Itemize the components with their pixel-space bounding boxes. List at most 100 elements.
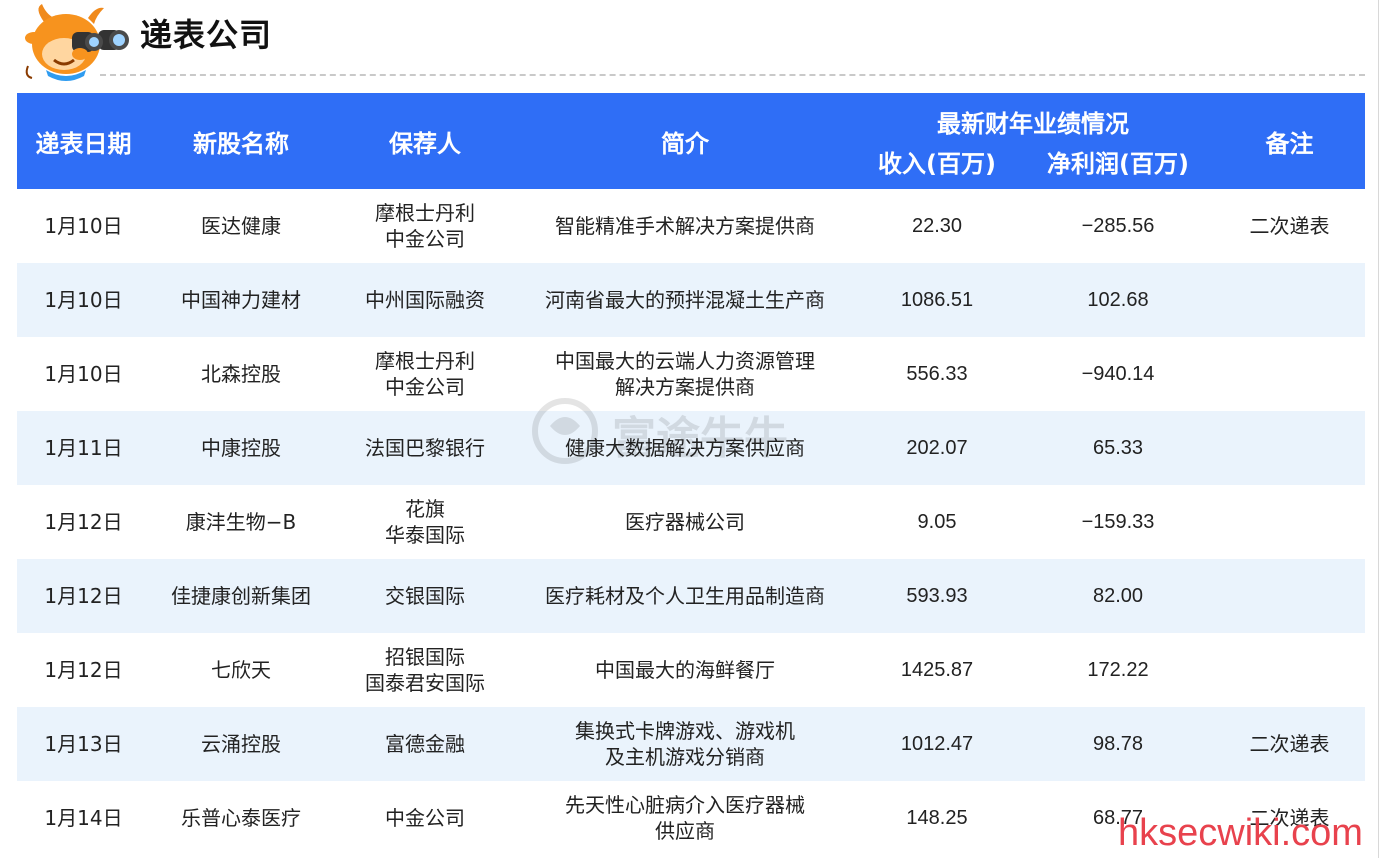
- cell-date: 1月12日: [17, 485, 150, 559]
- cell-revenue: 9.05: [852, 485, 1022, 559]
- cell-sponsor: 摩根士丹利 中金公司: [332, 189, 518, 263]
- cell-revenue: 556.33: [852, 337, 1022, 411]
- cell-name: 中康控股: [150, 411, 332, 485]
- cell-intro: 中国最大的云端人力资源管理 解决方案提供商: [518, 337, 852, 411]
- col-header-date: 递表日期: [17, 93, 150, 189]
- cell-sponsor-line: 中州国际融资: [365, 288, 485, 312]
- cell-sponsor-line: 华泰国际: [385, 523, 465, 547]
- cell-note: [1214, 559, 1365, 633]
- site-watermark: hksecwiki.com: [1118, 812, 1363, 854]
- cell-intro-line: 中国最大的海鲜餐厅: [595, 658, 775, 682]
- cell-intro: 中国最大的海鲜餐厅: [518, 633, 852, 707]
- cell-profit: 98.78: [1022, 707, 1214, 781]
- cell-note: [1214, 411, 1365, 485]
- cell-sponsor: 花旗 华泰国际: [332, 485, 518, 559]
- cell-sponsor: 富德金融: [332, 707, 518, 781]
- cell-revenue: 1012.47: [852, 707, 1022, 781]
- cell-note: [1214, 633, 1365, 707]
- cell-intro-line: 先天性心脏病介入医疗器械: [565, 793, 805, 817]
- col-header-sponsor: 保荐人: [332, 93, 518, 189]
- cell-sponsor-line: 招银国际: [385, 645, 465, 669]
- cell-revenue: 22.30: [852, 189, 1022, 263]
- cell-sponsor-line: 国泰君安国际: [365, 671, 485, 695]
- cell-intro: 先天性心脏病介入医疗器械 供应商: [518, 781, 852, 855]
- cell-revenue: 593.93: [852, 559, 1022, 633]
- cell-intro-line: 智能精准手术解决方案提供商: [555, 214, 815, 238]
- cell-sponsor: 法国巴黎银行: [332, 411, 518, 485]
- cell-name: 七欣天: [150, 633, 332, 707]
- cell-note: [1214, 337, 1365, 411]
- cell-intro: 河南省最大的预拌混凝土生产商: [518, 263, 852, 337]
- cell-profit: 172.22: [1022, 633, 1214, 707]
- table-row: 1月10日 北森控股 摩根士丹利 中金公司 中国最大的云端人力资源管理 解决方案提供商 55…: [17, 337, 1365, 411]
- cell-intro-line: 医疗耗材及个人卫生用品制造商: [545, 584, 825, 608]
- cell-revenue: 1425.87: [852, 633, 1022, 707]
- table-row: 1月12日 七欣天 招银国际 国泰君安国际 中国最大的海鲜餐厅 1425.87 172.22: [17, 633, 1365, 707]
- cell-sponsor-line: 摩根士丹利: [375, 201, 475, 225]
- cell-note: [1214, 263, 1365, 337]
- table-row: 1月12日 康沣生物−B 花旗 华泰国际 医疗器械公司 9.05 −159.33: [17, 485, 1365, 559]
- cell-date: 1月13日: [17, 707, 150, 781]
- cell-profit: −159.33: [1022, 485, 1214, 559]
- cell-intro-line: 解决方案提供商: [615, 375, 755, 399]
- page: 递表公司 递表日期 新股名称 保荐人 简介 最新财年业绩情况 备注 收入(百万): [0, 0, 1383, 858]
- cell-intro-line: 集换式卡牌游戏、游戏机: [575, 719, 795, 743]
- cell-date: 1月11日: [17, 411, 150, 485]
- cell-note: 二次递表: [1214, 189, 1365, 263]
- cell-date: 1月10日: [17, 263, 150, 337]
- cell-date: 1月12日: [17, 633, 150, 707]
- cell-sponsor: 招银国际 国泰君安国际: [332, 633, 518, 707]
- cell-profit: −940.14: [1022, 337, 1214, 411]
- table-header-row: 递表日期 新股名称 保荐人 简介 最新财年业绩情况 备注: [17, 93, 1365, 189]
- ipo-filing-table: 递表日期 新股名称 保荐人 简介 最新财年业绩情况 备注 收入(百万) 净利润(…: [17, 93, 1365, 855]
- cell-intro: 医疗器械公司: [518, 485, 852, 559]
- cell-sponsor-line: 中金公司: [385, 375, 465, 399]
- col-header-intro: 简介: [518, 93, 852, 189]
- col-header-profit: 净利润(百万): [1022, 141, 1214, 189]
- page-edge-line: [1378, 0, 1379, 858]
- cell-name: 佳捷康创新集团: [150, 559, 332, 633]
- cell-intro-line: 及主机游戏分销商: [605, 745, 765, 769]
- cell-date: 1月12日: [17, 559, 150, 633]
- cell-sponsor-line: 花旗: [405, 497, 445, 521]
- table-row: 1月12日 佳捷康创新集团 交银国际 医疗耗材及个人卫生用品制造商 593.93 82.0…: [17, 559, 1365, 633]
- cell-name: 乐普心泰医疗: [150, 781, 332, 855]
- table-body: 1月10日 医达健康 摩根士丹利 中金公司 智能精准手术解决方案提供商 22.30 −285…: [17, 189, 1365, 855]
- cell-sponsor-line: 中金公司: [385, 806, 465, 830]
- cell-intro: 集换式卡牌游戏、游戏机 及主机游戏分销商: [518, 707, 852, 781]
- cell-intro-line: 供应商: [655, 819, 715, 843]
- page-title: 递表公司: [140, 16, 273, 54]
- cell-sponsor-line: 中金公司: [385, 227, 465, 251]
- cell-revenue: 1086.51: [852, 263, 1022, 337]
- cell-intro: 医疗耗材及个人卫生用品制造商: [518, 559, 852, 633]
- col-header-note: 备注: [1214, 93, 1365, 189]
- cell-profit: 102.68: [1022, 263, 1214, 337]
- table-row: 1月13日 云涌控股 富德金融 集换式卡牌游戏、游戏机 及主机游戏分销商 1012.47 9…: [17, 707, 1365, 781]
- cell-name: 北森控股: [150, 337, 332, 411]
- col-header-name: 新股名称: [150, 93, 332, 189]
- cell-sponsor: 摩根士丹利 中金公司: [332, 337, 518, 411]
- cell-sponsor-line: 交银国际: [385, 584, 465, 608]
- title-divider: [100, 74, 1365, 76]
- cell-sponsor-line: 法国巴黎银行: [365, 436, 485, 460]
- cell-name: 云涌控股: [150, 707, 332, 781]
- title-bar: 递表公司: [0, 0, 1383, 88]
- cell-intro-line: 健康大数据解决方案供应商: [565, 436, 805, 460]
- cell-note: 二次递表: [1214, 707, 1365, 781]
- cell-revenue: 202.07: [852, 411, 1022, 485]
- table-row: 1月11日 中康控股 法国巴黎银行 健康大数据解决方案供应商 202.07 65.33: [17, 411, 1365, 485]
- cell-sponsor: 中金公司: [332, 781, 518, 855]
- cell-date: 1月10日: [17, 337, 150, 411]
- table-row: 1月10日 医达健康 摩根士丹利 中金公司 智能精准手术解决方案提供商 22.30 −285…: [17, 189, 1365, 263]
- col-header-revenue: 收入(百万): [852, 141, 1022, 189]
- cell-profit: −285.56: [1022, 189, 1214, 263]
- cell-sponsor-line: 富德金融: [385, 732, 465, 756]
- cell-intro: 健康大数据解决方案供应商: [518, 411, 852, 485]
- cell-name: 中国神力建材: [150, 263, 332, 337]
- cell-profit: 82.00: [1022, 559, 1214, 633]
- cell-intro-line: 河南省最大的预拌混凝土生产商: [545, 288, 825, 312]
- cell-revenue: 148.25: [852, 781, 1022, 855]
- cell-sponsor-line: 摩根士丹利: [375, 349, 475, 373]
- cell-profit: 65.33: [1022, 411, 1214, 485]
- cell-sponsor: 交银国际: [332, 559, 518, 633]
